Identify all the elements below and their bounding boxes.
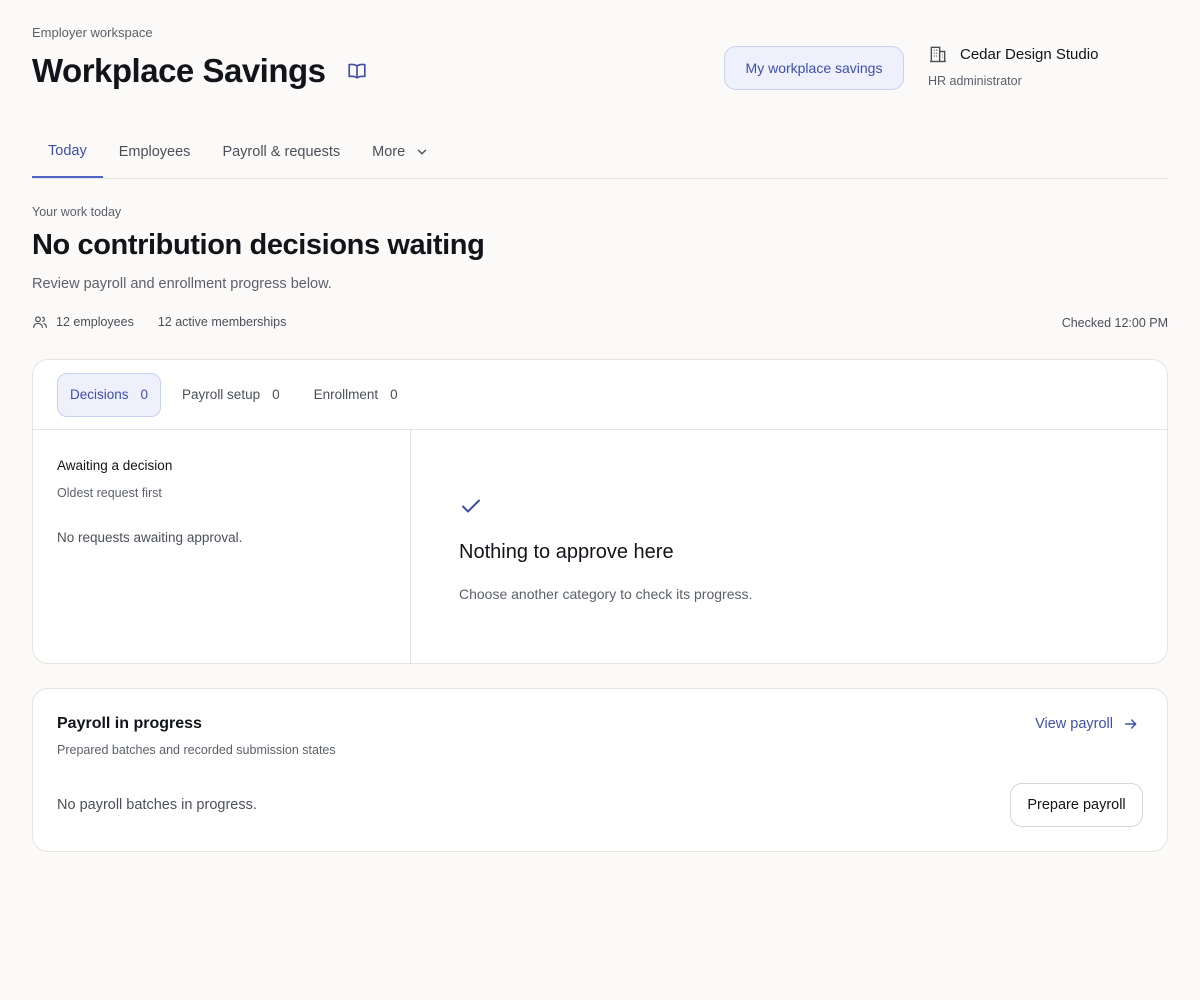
subtab-payroll-setup[interactable]: Payroll setup 0 (169, 373, 293, 417)
tab-payroll-requests[interactable]: Payroll & requests (206, 126, 356, 178)
my-workplace-savings-button[interactable]: My workplace savings (724, 46, 904, 90)
payroll-empty-message: No payroll batches in progress. (57, 797, 257, 813)
org-name: Cedar Design Studio (960, 45, 1099, 63)
arrow-right-icon (1123, 716, 1139, 732)
building-icon (928, 44, 948, 64)
people-icon (32, 314, 48, 330)
org-info: Cedar Design Studio HR administrator (928, 44, 1099, 89)
subtab-count: 0 (140, 387, 149, 402)
summary-subtext: Review payroll and enrollment progress b… (32, 276, 332, 292)
summary-stats: 12 employees 12 active memberships (32, 314, 286, 330)
tab-label: Payroll & requests (222, 144, 341, 160)
empty-state-title: Nothing to approve here (459, 541, 674, 563)
employee-count: 12 employees (56, 315, 134, 329)
tab-employees[interactable]: Employees (103, 126, 207, 178)
subtab-label: Payroll setup (182, 387, 261, 402)
tab-label: Today (48, 143, 87, 159)
view-payroll-label: View payroll (1035, 716, 1113, 732)
tab-today[interactable]: Today (32, 126, 103, 178)
subtab-label: Enrollment (313, 387, 379, 402)
decision-subtabs: Decisions 0 Payroll setup 0 Enrollment 0 (33, 360, 1167, 430)
checked-timestamp: Checked 12:00 PM (1061, 316, 1168, 330)
subtab-label: Decisions (70, 387, 129, 402)
workspace-eyebrow: Employer workspace (32, 25, 153, 40)
decisions-card: Decisions 0 Payroll setup 0 Enrollment 0… (32, 359, 1168, 664)
subtab-decisions[interactable]: Decisions 0 (57, 372, 162, 417)
request-list-title: Awaiting a decision (57, 458, 173, 473)
request-list-pane: Awaiting a decision Oldest request first… (33, 430, 411, 664)
subtab-count: 0 (272, 387, 280, 402)
main-tabs: Today Employees Payroll & requests More (32, 126, 1168, 179)
membership-count: 12 active memberships (157, 315, 287, 329)
empty-state-subtext: Choose another category to check its pro… (459, 586, 753, 602)
subtab-enrollment[interactable]: Enrollment 0 (301, 373, 411, 417)
tab-more[interactable]: More (356, 126, 445, 178)
tab-label: Employees (118, 144, 191, 160)
tab-label: More (372, 144, 406, 160)
work-today-label: Your work today (32, 205, 122, 219)
decisions-split: Awaiting a decision Oldest request first… (33, 430, 1167, 664)
request-detail-pane: Nothing to approve here Choose another c… (411, 430, 1167, 664)
book-icon[interactable] (346, 60, 368, 82)
payroll-subtitle: Prepared batches and recorded submission… (57, 743, 336, 757)
prepare-payroll-button[interactable]: Prepare payroll (1010, 783, 1143, 827)
request-list-sort: Oldest request first (57, 486, 162, 500)
request-list-empty: No requests awaiting approval. (57, 530, 243, 545)
payroll-card: Payroll in progress Prepared batches and… (32, 688, 1168, 852)
view-payroll-link[interactable]: View payroll (1035, 716, 1139, 732)
subtab-count: 0 (390, 387, 398, 402)
title-row: Workplace Savings (32, 52, 368, 90)
check-icon (459, 494, 483, 518)
org-role: HR administrator (928, 74, 1022, 88)
summary-headline: No contribution decisions waiting (32, 229, 485, 261)
page-title: Workplace Savings (32, 52, 326, 89)
payroll-title: Payroll in progress (57, 715, 202, 732)
chevron-down-icon (415, 145, 429, 159)
